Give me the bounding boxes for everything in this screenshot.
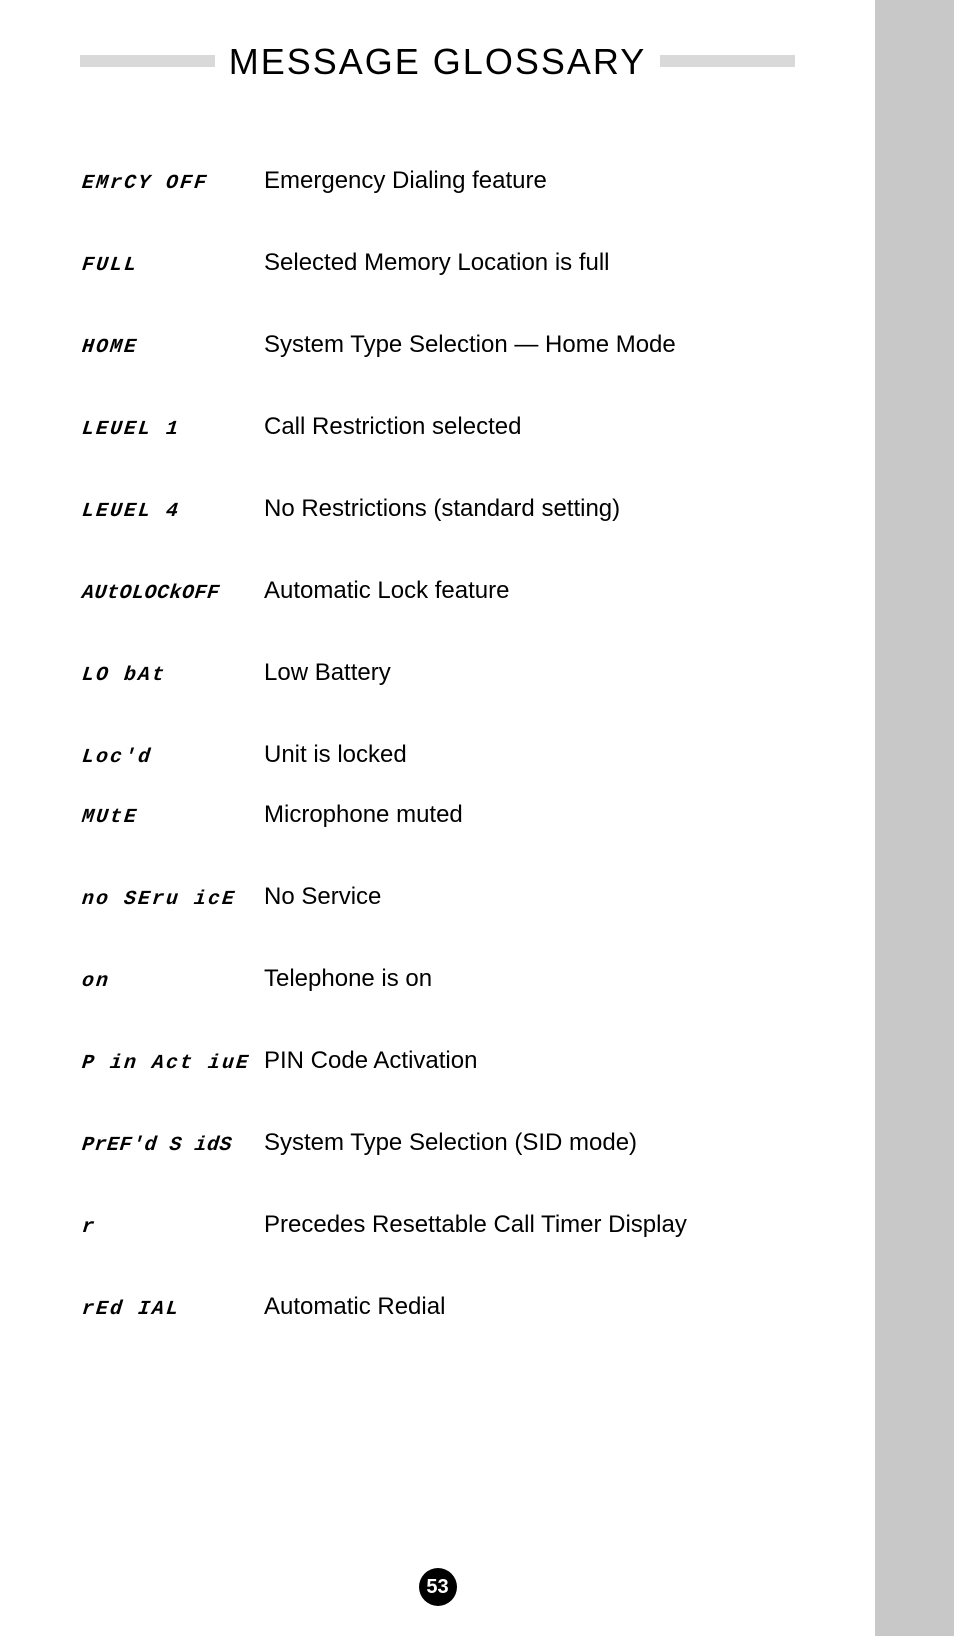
- glossary-term: LO bAt: [82, 664, 264, 687]
- glossary-term: FULL: [82, 254, 264, 277]
- glossary-row: LEUEL 4 No Restrictions (standard settin…: [82, 495, 795, 523]
- manual-page: MESSAGE GLOSSARY EMrCY OFF Emergency Dia…: [0, 0, 875, 1636]
- glossary-row: PrEF'd S idS System Type Selection (SID …: [82, 1129, 795, 1157]
- glossary-row: EMrCY OFF Emergency Dialing feature: [82, 167, 795, 195]
- page-number-badge: 53: [419, 1568, 457, 1606]
- glossary-term: Loc'd: [82, 746, 264, 769]
- glossary-term: LEUEL 1: [82, 418, 264, 441]
- glossary-term: HOME: [82, 336, 264, 359]
- glossary-desc: No Service: [264, 883, 381, 911]
- glossary-row: no SEru icE No Service: [82, 883, 795, 911]
- glossary-desc: System Type Selection — Home Mode: [264, 331, 676, 359]
- glossary-row: on Telephone is on: [82, 965, 795, 993]
- glossary-desc: Selected Memory Location is full: [264, 249, 610, 277]
- glossary-row: r Precedes Resettable Call Timer Display: [82, 1211, 795, 1239]
- glossary-desc: Automatic Redial: [264, 1293, 445, 1321]
- glossary-desc: Automatic Lock feature: [264, 577, 509, 605]
- glossary-list: EMrCY OFF Emergency Dialing feature FULL…: [80, 167, 795, 1321]
- page-title: MESSAGE GLOSSARY: [215, 41, 660, 83]
- glossary-row: LO bAt Low Battery: [82, 659, 795, 687]
- glossary-term: no SEru icE: [82, 888, 264, 911]
- page-number-container: 53: [0, 1568, 875, 1606]
- glossary-row: MUtE Microphone muted: [82, 801, 795, 829]
- glossary-row: Loc'd Unit is locked: [82, 741, 795, 769]
- glossary-term: PrEF'd S idS: [82, 1134, 264, 1157]
- glossary-term: MUtE: [82, 806, 264, 829]
- glossary-row: P in Act iuE PIN Code Activation: [82, 1047, 795, 1075]
- glossary-row: rEd IAL Automatic Redial: [82, 1293, 795, 1321]
- glossary-desc: Call Restriction selected: [264, 413, 521, 441]
- glossary-desc: Precedes Resettable Call Timer Display: [264, 1211, 687, 1239]
- glossary-desc: Unit is locked: [264, 741, 407, 769]
- glossary-desc: Microphone muted: [264, 801, 463, 829]
- glossary-desc: Low Battery: [264, 659, 391, 687]
- glossary-term: EMrCY OFF: [82, 172, 264, 195]
- glossary-term: rEd IAL: [82, 1298, 264, 1321]
- header: MESSAGE GLOSSARY: [80, 55, 795, 97]
- glossary-row: LEUEL 1 Call Restriction selected: [82, 413, 795, 441]
- glossary-row: AUtOLOCkOFF Automatic Lock feature: [82, 577, 795, 605]
- glossary-desc: No Restrictions (standard setting): [264, 495, 620, 523]
- glossary-term: r: [82, 1216, 264, 1239]
- glossary-desc: Telephone is on: [264, 965, 432, 993]
- glossary-row: HOME System Type Selection — Home Mode: [82, 331, 795, 359]
- glossary-term: AUtOLOCkOFF: [82, 582, 264, 605]
- glossary-term: P in Act iuE: [82, 1052, 264, 1075]
- glossary-desc: PIN Code Activation: [264, 1047, 477, 1075]
- glossary-desc: System Type Selection (SID mode): [264, 1129, 637, 1157]
- glossary-row: FULL Selected Memory Location is full: [82, 249, 795, 277]
- glossary-term: on: [82, 970, 264, 993]
- glossary-term: LEUEL 4: [82, 500, 264, 523]
- glossary-desc: Emergency Dialing feature: [264, 167, 547, 195]
